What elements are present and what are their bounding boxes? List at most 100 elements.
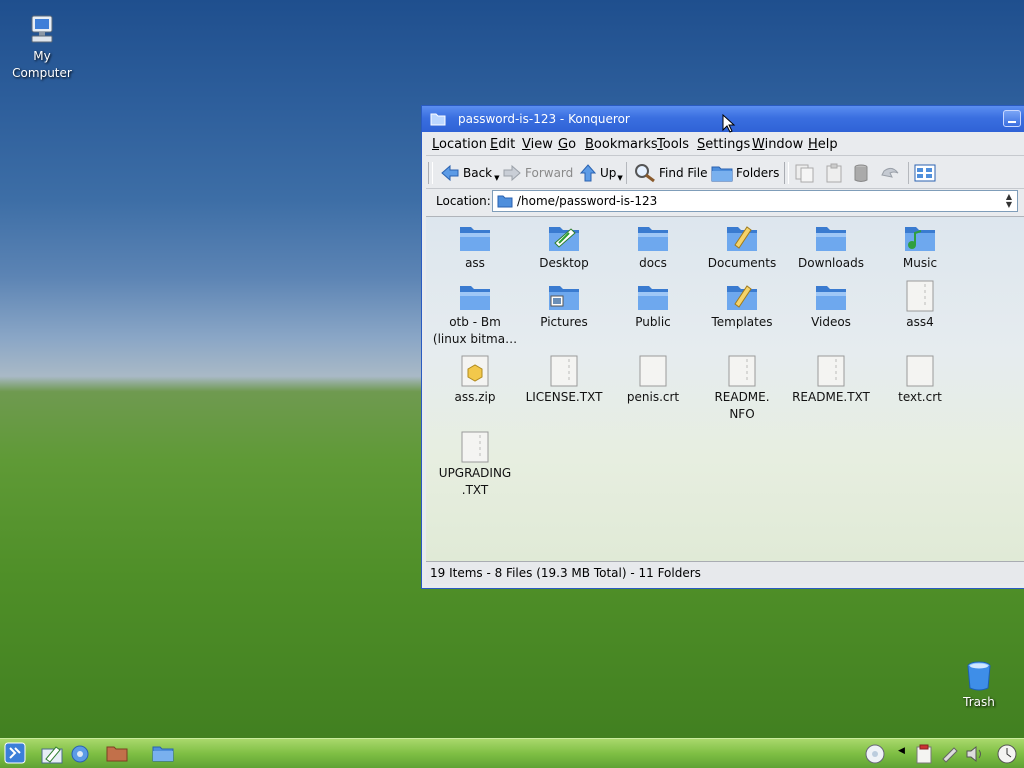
- my-computer-label-2: Computer: [12, 66, 72, 80]
- view-mode-button[interactable]: [914, 162, 939, 184]
- file-icon-view[interactable]: ass Desktop docs Documents Downloads Mus…: [426, 216, 1024, 562]
- toolbar-grip-2[interactable]: [784, 162, 789, 184]
- location-path: /home/password-is-123: [517, 194, 658, 208]
- folder-icon: [816, 227, 846, 251]
- file-item-public[interactable]: Public: [608, 280, 698, 331]
- blank-file-icon: [639, 355, 667, 387]
- file-item-music[interactable]: Music: [875, 221, 965, 272]
- menu-location[interactable]: Location: [432, 137, 487, 152]
- delete-button[interactable]: [852, 162, 873, 184]
- file-item-pictures[interactable]: Pictures: [519, 280, 609, 331]
- menu-go[interactable]: Go: [558, 137, 576, 152]
- desktop-icon-trash[interactable]: Trash: [939, 660, 1019, 711]
- cd-icon[interactable]: [864, 743, 886, 765]
- network-tray-icon[interactable]: [940, 743, 960, 765]
- file-item-desktop[interactable]: Desktop: [519, 221, 609, 272]
- up-arrow-icon: [579, 164, 597, 182]
- documents-folder-icon: [727, 226, 757, 251]
- undo-button[interactable]: [880, 162, 905, 184]
- menu-window[interactable]: Window: [752, 137, 803, 152]
- file-item-otb-bm[interactable]: otb - Bm (linux bitma…: [430, 280, 520, 348]
- window-title: password-is-123 - Konqueror: [458, 112, 630, 126]
- menu-settings[interactable]: Settings: [697, 137, 750, 152]
- file-item-text-crt[interactable]: text.crt: [875, 355, 965, 406]
- up-button[interactable]: Up ▼: [579, 162, 623, 184]
- location-bar: Location: /home/password-is-123 ▲ ▼: [426, 189, 1024, 215]
- computer-icon: [31, 15, 53, 43]
- toolbar-separator: [626, 162, 627, 184]
- file-item-penis-crt[interactable]: penis.crt: [608, 355, 698, 406]
- volume-icon[interactable]: [964, 743, 986, 765]
- menu-view[interactable]: View: [522, 137, 553, 152]
- menu-bookmarks[interactable]: Bookmarks: [585, 137, 658, 152]
- desktop-icon-my-computer[interactable]: My Computer: [2, 14, 82, 82]
- trash-label: Trash: [963, 695, 995, 709]
- text-file-icon: [817, 355, 845, 387]
- menu-bar: Location Edit View Go Bookmarks Tools Se…: [426, 133, 1024, 156]
- toolbar-separator-2: [908, 162, 909, 184]
- file-item-ass[interactable]: ass: [430, 221, 520, 272]
- file-item-upgrading-txt[interactable]: UPGRADING .TXT: [430, 431, 520, 499]
- folder-icon: [460, 227, 490, 251]
- file-item-readme-nfo[interactable]: README. NFO: [697, 355, 787, 423]
- location-input[interactable]: /home/password-is-123 ▲ ▼: [492, 190, 1018, 212]
- settings-gear-icon[interactable]: [68, 743, 92, 765]
- folders-button[interactable]: Folders: [711, 162, 779, 184]
- back-dropdown-icon[interactable]: ▼: [494, 174, 499, 182]
- folder-icon: [460, 286, 490, 310]
- clipboard-icon: [826, 163, 842, 183]
- start-menu-icon[interactable]: [4, 742, 26, 764]
- konqueror-window[interactable]: password-is-123 - Konqueror Location Edi…: [421, 105, 1024, 589]
- back-arrow-icon: [441, 164, 459, 182]
- menu-help[interactable]: Help: [808, 137, 838, 152]
- trash-icon: [967, 661, 991, 691]
- music-folder-icon: [905, 227, 935, 251]
- file-item-ass-zip[interactable]: ass.zip: [430, 355, 520, 406]
- find-file-button[interactable]: Find File: [634, 162, 707, 184]
- file-item-documents[interactable]: Documents: [697, 221, 787, 272]
- mouse-cursor-icon: [722, 114, 736, 133]
- main-toolbar: Back ▼ Forward Up ▼ Find File Folders: [426, 158, 1024, 189]
- cut-button[interactable]: [794, 162, 819, 184]
- status-text: 19 Items - 8 Files (19.3 MB Total) - 11 …: [430, 566, 701, 580]
- menu-edit[interactable]: Edit: [490, 137, 515, 152]
- templates-folder-icon: [727, 285, 757, 310]
- location-dropdown-icon[interactable]: ▲ ▼: [1003, 193, 1015, 209]
- file-item-ass4[interactable]: ass4: [875, 280, 965, 331]
- forward-button[interactable]: Forward: [502, 162, 573, 184]
- back-button[interactable]: Back ▼: [440, 162, 500, 184]
- folders-icon: [711, 166, 733, 182]
- paste-button[interactable]: [824, 162, 847, 184]
- konqueror-task-icon[interactable]: [152, 743, 174, 763]
- magnifier-icon: [635, 164, 655, 183]
- blank-file-icon: [906, 355, 934, 387]
- minimize-button[interactable]: [1003, 110, 1021, 127]
- folder-icon: [816, 286, 846, 310]
- menu-tools[interactable]: Tools: [657, 137, 689, 152]
- file-item-readme-txt[interactable]: README.TXT: [786, 355, 876, 406]
- home-folder-icon[interactable]: [106, 743, 128, 763]
- up-dropdown-icon[interactable]: ▼: [617, 174, 622, 182]
- view-mode-icon: [914, 164, 936, 182]
- file-item-templates[interactable]: Templates: [697, 280, 787, 331]
- file-item-downloads[interactable]: Downloads: [786, 221, 876, 272]
- file-item-license-txt[interactable]: LICENSE.TXT: [519, 355, 609, 406]
- trash-can-icon: [854, 164, 868, 182]
- clipboard-tray-icon[interactable]: [914, 743, 934, 765]
- desktop-folder-icon: [549, 227, 579, 251]
- toolbar-grip[interactable]: [428, 162, 433, 184]
- clock-icon[interactable]: [996, 743, 1018, 765]
- text-file-icon: [906, 280, 934, 312]
- file-item-videos[interactable]: Videos: [786, 280, 876, 331]
- folder-icon: [497, 195, 513, 208]
- taskbar: ◀: [0, 738, 1024, 768]
- zip-file-icon: [461, 355, 489, 387]
- folder-icon: [430, 113, 446, 126]
- pictures-folder-icon: [549, 286, 579, 310]
- text-file-icon: [728, 355, 756, 387]
- file-item-docs[interactable]: docs: [608, 221, 698, 272]
- undo-icon: [881, 167, 899, 178]
- desktop-shortcut-icon[interactable]: [40, 743, 64, 765]
- folder-icon: [638, 286, 668, 310]
- tray-expand-icon[interactable]: ◀: [898, 746, 905, 756]
